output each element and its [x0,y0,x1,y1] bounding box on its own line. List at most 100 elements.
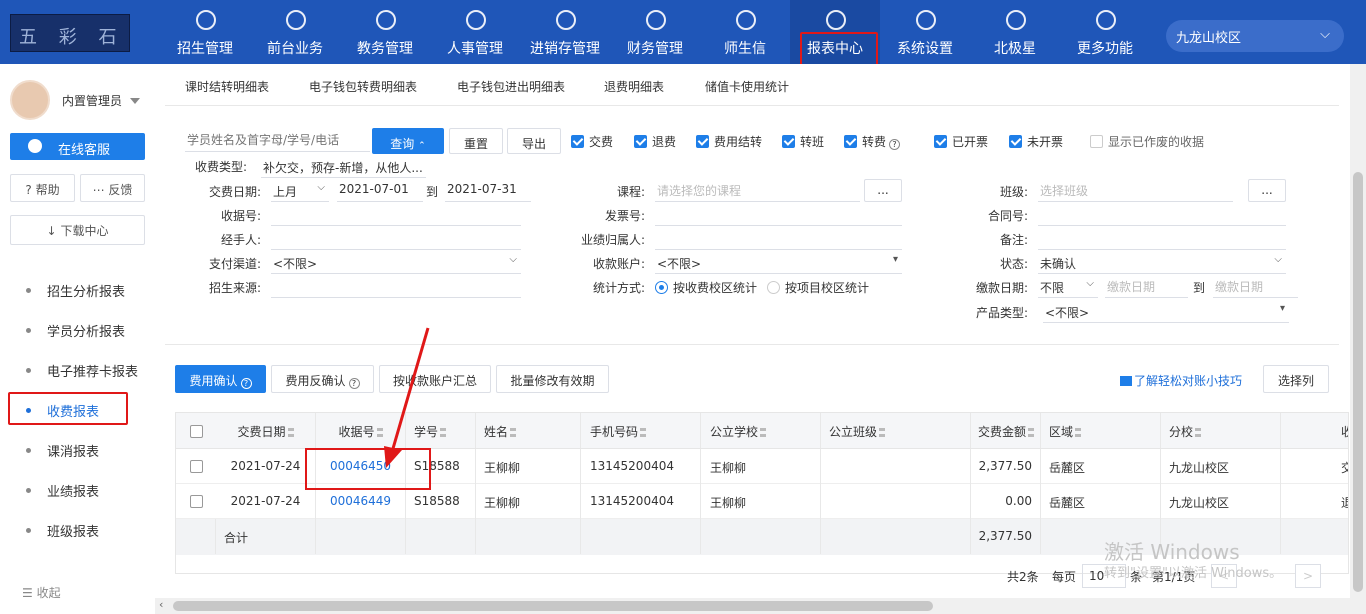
avatar[interactable] [10,80,50,120]
nav-label: 人事管理 [447,41,503,57]
download-label: 下载中心 [60,224,109,238]
vertical-scrollbar[interactable] [1350,64,1366,598]
checkbox-invoiced[interactable]: 已开票 [934,133,988,150]
bullet-icon [26,328,31,333]
help-icon[interactable]: ? [889,139,901,150]
sort-icon [640,428,647,437]
nav-finance[interactable]: 财务管理 [610,0,700,64]
campus-select[interactable]: 九龙山校区 ⌵ [1166,20,1344,52]
batch-validity-button[interactable]: 批量修改有效期 [496,365,609,393]
tab-refund[interactable]: 退费明细表 [604,78,664,95]
checkbox-class-transfer[interactable]: 转班 [782,133,824,150]
col-amount[interactable]: 交费金额 [971,413,1041,448]
feedback-button[interactable]: ⋯ 反馈 [80,174,145,202]
tab-stored-card[interactable]: 储值卡使用统计 [705,78,789,95]
nav-polaris[interactable]: 北极星 [970,0,1060,64]
fee-type-select[interactable]: 补欠交，预存-新增，从他人... [261,154,426,178]
col-phone[interactable]: 手机号码 [581,413,701,448]
source-input[interactable] [271,274,521,298]
sidebar-item-recruit-report[interactable]: 招生分析报表 [0,271,155,309]
reset-button[interactable]: 重置 [449,128,503,154]
row-checkbox[interactable] [190,460,203,473]
checkbox-fee-transfer[interactable]: 转费? [844,133,901,150]
class-picker-button[interactable]: ... [1248,179,1286,202]
select-columns-button[interactable]: 选择列 [1263,365,1329,393]
col-public-school[interactable]: 公立学校 [701,413,821,448]
nav-settings[interactable]: 系统设置 [880,0,970,64]
sidebar-item-student-report[interactable]: 学员分析报表 [0,311,155,349]
radio-by-fee-campus[interactable]: 按收费校区统计 [655,279,757,296]
pay-channel-select[interactable]: <不限> ⌵ [271,250,521,274]
select-all-checkbox[interactable] [190,425,203,438]
contract-input[interactable] [1038,202,1286,226]
class-input[interactable]: 选择班级 [1038,178,1233,202]
nav-message[interactable]: 师生信 [700,0,790,64]
checkbox-refund[interactable]: 退费 [634,133,676,150]
scrollbar-thumb[interactable] [1353,172,1363,592]
tab-wallet-transfer[interactable]: 电子钱包转费明细表 [309,78,417,95]
checkbox-carryover[interactable]: 费用结转 [696,133,762,150]
col-public-class[interactable]: 公立班级 [821,413,971,448]
nav-recruitment[interactable]: 招生管理 [160,0,250,64]
download-center-button[interactable]: ↓ 下载中心 [10,215,145,245]
handler-input[interactable] [271,226,521,250]
collapse-button[interactable]: ☰ 收起 [22,584,61,601]
sidebar-item-class-report[interactable]: 班级报表 [0,511,155,549]
horizontal-scrollbar[interactable]: ‹ [155,598,1366,614]
course-input[interactable]: 请选择您的课程 [655,178,860,202]
course-picker-button[interactable]: ... [864,179,902,202]
caret-down-icon[interactable] [130,98,140,104]
invoice-input[interactable] [655,202,902,226]
sidebar-item-performance-report[interactable]: 业绩报表 [0,471,155,509]
query-button[interactable]: 查询 ⌃ [372,128,444,154]
account-select[interactable]: <不限> ▾ [655,250,902,274]
col-district[interactable]: 区域 [1041,413,1161,448]
nav-hr[interactable]: 人事管理 [430,0,520,64]
cell-fee-type: 退 [1281,484,1348,519]
checkbox-show-void[interactable]: 显示已作废的收据 [1090,133,1204,150]
due-to-input[interactable]: 缴款日期 [1213,274,1298,298]
col-name[interactable]: 姓名 [476,413,581,448]
product-type-select[interactable]: <不限> ▾ [1043,299,1289,323]
sidebar-item-ecard-report[interactable]: 电子推荐卡报表 [0,351,155,389]
tab-wallet-inout[interactable]: 电子钱包进出明细表 [457,78,565,95]
app-logo[interactable]: 五 彩 石 [10,14,130,52]
receipt-input[interactable] [271,202,521,226]
perf-owner-input[interactable] [655,226,902,250]
nav-inventory[interactable]: 进销存管理 [520,0,610,64]
fee-confirm-button[interactable]: 费用确认? [175,365,266,393]
scrollbar-thumb[interactable] [173,601,933,611]
nav-academic[interactable]: 教务管理 [340,0,430,64]
due-from-input[interactable]: 缴款日期 [1105,274,1188,298]
pay-date-range-select[interactable]: 上月 ⌵ [271,178,329,202]
date-from-input[interactable]: 2021-07-01 [337,178,423,202]
col-pay-date[interactable]: 交费日期 [216,413,316,448]
reconcile-tips-link[interactable]: 了解轻松对账小技巧 [1120,372,1242,389]
tab-class-transfer[interactable]: 课时结转明细表 [185,78,269,95]
nav-more[interactable]: 更多功能 [1060,0,1150,64]
windows-watermark-subtitle: 转到"设置"以激活 Windows。 [1104,566,1283,581]
radio-label: 按收费校区统计 [673,281,758,295]
help-button[interactable]: ? 帮助 [10,174,75,202]
due-range-select[interactable]: 不限 ⌵ [1038,274,1098,298]
export-button[interactable]: 导出 [507,128,561,154]
sidebar-item-consume-report[interactable]: 课消报表 [0,431,155,469]
date-to-input[interactable]: 2021-07-31 [445,178,531,202]
sidebar-item-label: 业绩报表 [47,485,100,500]
row-checkbox[interactable] [190,495,203,508]
scroll-left-icon[interactable]: ‹ [159,598,163,611]
fee-unconfirm-button[interactable]: 费用反确认? [271,365,374,393]
radio-by-project-campus[interactable]: 按项目校区统计 [767,279,869,296]
search-input[interactable] [185,128,370,152]
remark-input[interactable] [1038,226,1286,250]
col-branch[interactable]: 分校 [1161,413,1281,448]
status-select[interactable]: 未确认 ⌵ [1038,250,1286,274]
col-fee-type[interactable]: 收 [1281,413,1348,448]
pager-next-button[interactable]: > [1295,564,1321,588]
cell-pay-date: 2021-07-24 [216,484,316,519]
nav-front-desk[interactable]: 前台业务 [250,0,340,64]
checkbox-pay[interactable]: 交费 [571,133,613,150]
online-service-button[interactable]: 在线客服 [10,133,145,160]
checkbox-not-invoiced[interactable]: 未开票 [1009,133,1063,150]
user-name[interactable]: 内置管理员 [62,92,122,109]
